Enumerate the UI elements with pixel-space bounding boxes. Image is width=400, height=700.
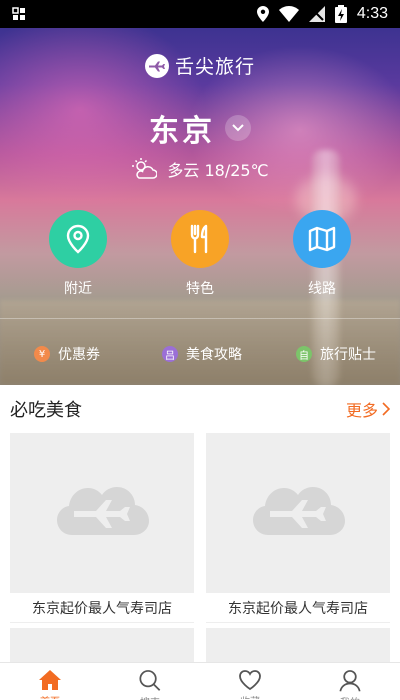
user-icon	[339, 670, 361, 692]
chevron-right-icon	[382, 402, 390, 416]
search-icon	[139, 670, 161, 691]
coupons-label: 优惠券	[58, 347, 100, 363]
tab-home[interactable]: 首页	[0, 663, 100, 700]
nearby-label: 附近	[64, 281, 92, 297]
weather-info: 多云 18/25℃	[0, 157, 400, 181]
yen-icon: ¥	[34, 346, 50, 362]
guide-icon: 吕	[162, 346, 178, 362]
airplane-placeholder-icon	[253, 487, 345, 535]
tab-profile[interactable]: 我的	[300, 663, 400, 700]
weather-text: 多云 18/25℃	[167, 161, 269, 180]
specialty-button[interactable]	[171, 210, 229, 268]
card-image-placeholder	[10, 433, 194, 593]
more-label: 更多	[345, 401, 378, 420]
app-brand: 舌尖旅行	[0, 52, 400, 79]
location-pin-icon	[66, 224, 90, 254]
bottom-tab-bar: 首页 搜索 收藏 我的	[0, 662, 400, 700]
notification-icon	[12, 7, 25, 20]
signal-off-icon	[308, 6, 325, 22]
routes-button[interactable]	[293, 210, 351, 268]
home-icon	[39, 670, 61, 690]
more-link[interactable]: 更多	[346, 397, 390, 421]
card-caption: 东京起价最人气寿司店	[10, 593, 194, 623]
food-card-grid: 东京起价最人气寿司店 东京起价最人气寿司店	[0, 433, 400, 668]
app-name: 舌尖旅行	[174, 56, 255, 78]
routes-label: 线路	[308, 281, 336, 297]
food-card[interactable]: 东京起价最人气寿司店	[206, 433, 390, 623]
chevron-down-icon	[232, 124, 244, 132]
quick-nav-nearby[interactable]: 附近	[38, 210, 118, 298]
sub-links: ¥ 优惠券 吕 美食攻略 自 旅行贴士	[0, 338, 400, 368]
airplane-placeholder-icon	[57, 487, 149, 535]
food-guide-label: 美食攻略	[186, 347, 242, 363]
travel-tips-label: 旅行贴士	[320, 347, 376, 363]
sub-link-food-guide[interactable]: 吕 美食攻略	[162, 344, 242, 364]
quick-nav-specialty[interactable]: 特色	[160, 210, 240, 298]
city-selector[interactable]: 东京	[0, 106, 400, 150]
food-card[interactable]: 东京起价最人气寿司店	[10, 433, 194, 623]
airplane-logo-icon	[144, 53, 169, 78]
tab-search-label: 搜索	[140, 694, 160, 700]
card-image-placeholder	[206, 433, 390, 593]
tab-favorites[interactable]: 收藏	[200, 663, 300, 700]
section-title: 必吃美食	[10, 400, 82, 421]
city-name[interactable]: 东京	[149, 106, 215, 150]
hero-divider	[0, 318, 400, 319]
nearby-button[interactable]	[49, 210, 107, 268]
location-status-icon	[256, 6, 269, 22]
cloudy-sun-icon	[132, 158, 158, 179]
fork-knife-icon	[190, 224, 208, 254]
heart-icon	[239, 670, 261, 691]
specialty-label: 特色	[186, 281, 214, 297]
status-bar: 4:33	[0, 0, 400, 28]
status-time: 4:33	[356, 5, 388, 22]
battery-charging-icon	[334, 5, 347, 23]
quick-nav-routes[interactable]: 线路	[282, 210, 362, 298]
sub-link-travel-tips[interactable]: 自 旅行贴士	[296, 344, 376, 364]
tab-profile-label: 我的	[340, 694, 360, 700]
must-eat-section-header: 必吃美食 更多	[0, 385, 400, 433]
tab-search[interactable]: 搜索	[100, 663, 200, 700]
map-icon	[308, 226, 336, 252]
wifi-icon	[278, 6, 299, 22]
tips-icon: 自	[296, 346, 312, 362]
sub-link-coupons[interactable]: ¥ 优惠券	[34, 344, 100, 364]
card-caption: 东京起价最人气寿司店	[206, 593, 390, 623]
tab-home-label: 首页	[40, 693, 60, 699]
city-dropdown-button[interactable]	[225, 115, 251, 141]
tab-favorites-label: 收藏	[240, 693, 260, 699]
